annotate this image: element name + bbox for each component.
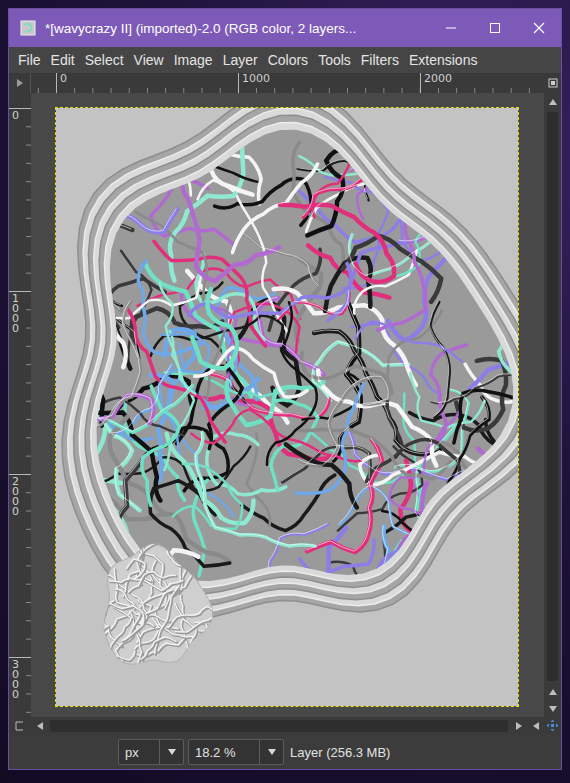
arrow-up-icon bbox=[548, 687, 558, 697]
ruler-label: 3000 bbox=[12, 660, 20, 700]
ruler-label: 0 bbox=[56, 73, 238, 93]
scroll-left-button[interactable] bbox=[527, 717, 544, 734]
status-info: Layer (256.3 MB) bbox=[288, 745, 390, 760]
unit-value: px bbox=[119, 740, 159, 764]
arrow-right-icon bbox=[514, 721, 524, 731]
menu-item[interactable]: Image bbox=[174, 52, 213, 68]
navigate-icon bbox=[546, 719, 559, 732]
ruler-segment: 0 bbox=[9, 108, 31, 291]
vertical-scrollbar[interactable] bbox=[544, 93, 561, 717]
ruler-segment: 3000 bbox=[9, 657, 31, 717]
zoom-dropdown[interactable]: 18.2 % bbox=[188, 739, 284, 765]
arrow-left-icon bbox=[531, 721, 541, 731]
desktop: *[wavycrazy II] (imported)-2.0 (RGB colo… bbox=[0, 0, 570, 783]
dropdown-button[interactable] bbox=[259, 740, 283, 764]
zoom-value: 18.2 % bbox=[189, 740, 259, 764]
scroll-track[interactable] bbox=[547, 112, 558, 681]
zoom-fit-icon bbox=[548, 78, 558, 88]
scroll-right-button[interactable] bbox=[510, 717, 527, 734]
scroll-down-button[interactable] bbox=[544, 700, 561, 717]
menu-bar: File Edit Select View Image Layer Colors Tools F… bbox=[9, 47, 561, 73]
arrow-left-icon bbox=[35, 721, 45, 731]
menu-arrow-icon bbox=[15, 78, 25, 88]
vertical-ruler[interactable]: 0 1000 2000 3000 bbox=[9, 93, 31, 717]
toggle-mask-button[interactable] bbox=[9, 717, 31, 735]
mask-icon bbox=[15, 721, 25, 731]
zoom-to-fit-button[interactable] bbox=[544, 73, 561, 93]
dropdown-button[interactable] bbox=[159, 740, 183, 764]
scroll-up-button[interactable] bbox=[544, 93, 561, 110]
ruler-label: 2000 bbox=[12, 477, 20, 517]
menu-item[interactable]: Colors bbox=[268, 52, 308, 68]
menu-item[interactable]: Filters bbox=[361, 52, 399, 68]
window-title: *[wavycrazy II] (imported)-2.0 (RGB colo… bbox=[45, 21, 429, 36]
image-thumbnail-icon bbox=[20, 20, 36, 36]
ruler-segment: 1000 bbox=[9, 291, 31, 474]
menu-item[interactable]: File bbox=[18, 52, 41, 68]
minimize-button[interactable] bbox=[429, 9, 473, 47]
close-button[interactable] bbox=[517, 9, 561, 47]
navigate-button[interactable] bbox=[544, 717, 561, 734]
menu-item[interactable]: Edit bbox=[51, 52, 75, 68]
maximize-button[interactable] bbox=[473, 9, 517, 47]
maximize-icon bbox=[489, 22, 501, 34]
main-area: 0 1000 2000 3000 bbox=[9, 93, 561, 717]
unit-dropdown[interactable]: px bbox=[118, 739, 184, 765]
dropdown-arrow-icon bbox=[267, 747, 277, 757]
ruler-row: 010002000 bbox=[9, 73, 561, 93]
status-bar: px 18.2 % Layer (256.3 MB) bbox=[9, 735, 561, 769]
canvas[interactable] bbox=[31, 93, 544, 717]
arrow-up-icon bbox=[548, 97, 558, 107]
ruler-segment: 2000 bbox=[9, 474, 31, 657]
artwork-image bbox=[56, 108, 518, 706]
menu-item[interactable]: Extensions bbox=[409, 52, 477, 68]
arrow-down-icon bbox=[548, 704, 558, 714]
horizontal-ruler[interactable]: 010002000 bbox=[31, 73, 544, 93]
menu-item[interactable]: Select bbox=[85, 52, 124, 68]
ruler-label: 1000 bbox=[12, 294, 20, 334]
image[interactable] bbox=[56, 108, 518, 706]
title-bar[interactable]: *[wavycrazy II] (imported)-2.0 (RGB colo… bbox=[9, 9, 561, 47]
quick-mask-menu-button[interactable] bbox=[9, 73, 31, 93]
ruler-label: 0 bbox=[12, 111, 20, 121]
horizontal-scrollbar bbox=[9, 717, 561, 735]
menu-item[interactable]: Layer bbox=[223, 52, 258, 68]
dropdown-arrow-icon bbox=[167, 747, 177, 757]
scroll-track[interactable] bbox=[50, 720, 508, 732]
window-controls bbox=[429, 9, 561, 47]
scroll-left-button[interactable] bbox=[31, 717, 48, 734]
minimize-icon bbox=[445, 22, 457, 34]
close-icon bbox=[533, 22, 545, 34]
gimp-window: *[wavycrazy II] (imported)-2.0 (RGB colo… bbox=[8, 8, 562, 770]
menu-item[interactable]: Tools bbox=[318, 52, 351, 68]
scroll-up-button[interactable] bbox=[544, 683, 561, 700]
ruler-label: 1000 bbox=[238, 73, 420, 93]
menu-item[interactable]: View bbox=[134, 52, 164, 68]
ruler-label: 2000 bbox=[420, 73, 544, 93]
